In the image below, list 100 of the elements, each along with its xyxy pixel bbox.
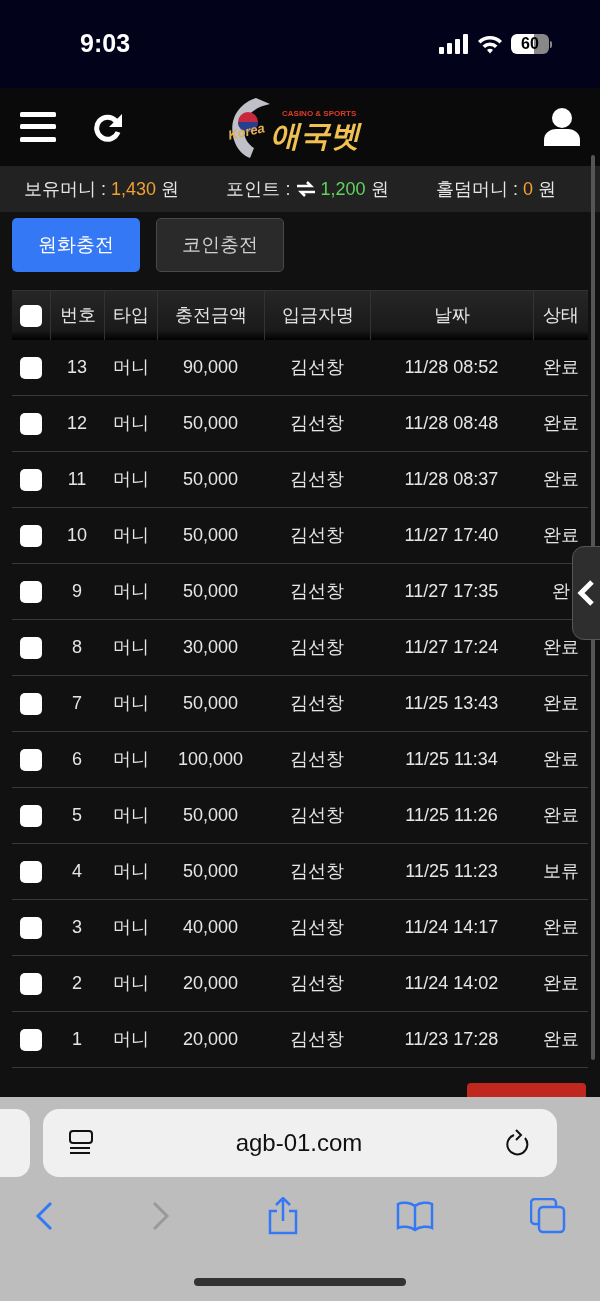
table-cell-text: 머니 <box>112 692 149 715</box>
refresh-icon[interactable] <box>92 112 124 142</box>
battery-icon: 60 <box>511 34 552 54</box>
table-cell-text: 6 <box>72 748 82 771</box>
table-cell-text: 김선창 <box>290 916 344 939</box>
table-cell-text: 50,000 <box>182 468 239 491</box>
column-header[interactable]: 충전금액 <box>175 302 247 329</box>
table-cell-text: 완료 <box>542 916 579 939</box>
table-cell-text: 11/25 13:43 <box>404 692 499 715</box>
table-cell-text: 완료 <box>542 468 579 491</box>
table-cell-text: 50,000 <box>182 412 239 435</box>
column-header[interactable]: 날짜 <box>434 302 470 329</box>
table-cell-text: 머니 <box>112 804 149 827</box>
checkbox[interactable] <box>20 356 42 379</box>
table-cell-text: 9 <box>72 580 82 603</box>
table-cell-text: 7 <box>72 692 82 715</box>
table-cell-text: 김선창 <box>290 1028 344 1051</box>
table-cell-text: 13 <box>67 356 87 379</box>
table-cell-text: 5 <box>72 804 82 827</box>
table-cell-text: 50,000 <box>182 860 239 883</box>
side-panel-toggle[interactable] <box>572 546 600 640</box>
reader-icon[interactable] <box>69 1129 93 1157</box>
column-header[interactable]: 상태 <box>543 302 579 329</box>
table-cell-text: 완료 <box>542 748 579 771</box>
tab[interactable]: 코인충전 <box>156 218 284 272</box>
table-cell-text: 김선창 <box>290 468 344 491</box>
table-cell-text: 30,000 <box>182 636 239 659</box>
table-cell-text: 머니 <box>112 860 149 883</box>
checkbox[interactable] <box>20 524 42 547</box>
table-cell-text: 50,000 <box>182 804 239 827</box>
table-cell-text: 김선창 <box>290 804 344 827</box>
table-cell-text: 김선창 <box>290 356 344 379</box>
checkbox[interactable] <box>20 916 42 939</box>
table-cell-text: 완료 <box>542 1028 579 1051</box>
reload-icon[interactable] <box>505 1129 531 1157</box>
column-header[interactable]: 타입 <box>113 302 149 329</box>
currency-unit: 원 <box>538 177 556 201</box>
table-cell-text: 김선창 <box>290 636 344 659</box>
table-cell-text: 김선창 <box>290 412 344 435</box>
table-cell-text: 완 <box>551 580 570 603</box>
table-cell-text: 완료 <box>542 412 579 435</box>
table-cell-text: 2 <box>72 972 82 995</box>
table-cell-text: 완료 <box>542 524 579 547</box>
table-cell-text: 11/27 17:35 <box>404 580 499 603</box>
signal-icon <box>439 34 469 54</box>
table-cell-text: 머니 <box>112 636 149 659</box>
wifi-icon <box>477 34 503 54</box>
table-cell-text: 11/28 08:52 <box>404 356 499 379</box>
checkbox[interactable] <box>20 304 42 327</box>
table-cell-text: 11/25 11:26 <box>405 804 498 827</box>
chevron-left-icon <box>577 579 595 607</box>
currency-unit: 원 <box>161 177 180 201</box>
checkbox[interactable] <box>20 972 42 995</box>
table-cell-text: 완료 <box>542 356 579 379</box>
table-cell-text: 10 <box>67 524 87 547</box>
table-cell-text: 머니 <box>112 972 149 995</box>
table-cell-text: 김선창 <box>290 748 344 771</box>
checkbox[interactable] <box>20 580 42 603</box>
menu-icon[interactable] <box>20 111 56 143</box>
balance-label: 보유머니 : <box>24 177 106 201</box>
table-cell-text: 3 <box>72 916 82 939</box>
table-cell-text: 머니 <box>112 356 149 379</box>
table-cell-text: 완료 <box>542 636 579 659</box>
checkbox[interactable] <box>20 636 42 659</box>
table-cell-text: 11/23 17:28 <box>404 1028 499 1051</box>
balance-value: 0 <box>523 177 533 201</box>
table-cell-text: 11/24 14:02 <box>404 972 499 995</box>
balance-label: 포인트 : <box>226 177 291 201</box>
balance-value: 1,200 <box>320 177 366 201</box>
url-text: agb-01.com <box>235 1128 363 1158</box>
clock: 9:03 <box>80 28 131 60</box>
table-cell-text: 11/28 08:37 <box>404 468 499 491</box>
tab[interactable]: 원화충전 <box>12 218 140 272</box>
table-cell-text: 40,000 <box>182 916 239 939</box>
address-bar[interactable]: agb-01.com <box>43 1109 557 1177</box>
table-cell-text: 머니 <box>112 580 149 603</box>
checkbox[interactable] <box>20 468 42 491</box>
table-cell-text: 50,000 <box>182 692 239 715</box>
checkbox[interactable] <box>20 692 42 715</box>
checkbox[interactable] <box>20 748 42 771</box>
balance-value: 1,430 <box>111 177 157 201</box>
table-cell-text: 11/27 17:24 <box>404 636 499 659</box>
column-header[interactable]: 번호 <box>59 302 96 329</box>
user-icon[interactable] <box>544 108 580 146</box>
table-cell-text: 김선창 <box>290 524 344 547</box>
table-cell-text: 머니 <box>112 412 149 435</box>
table-cell-text: 머니 <box>112 468 149 491</box>
checkbox[interactable] <box>20 1028 42 1051</box>
table-cell-text: 12 <box>67 412 87 435</box>
table-cell-text: 1 <box>72 1028 82 1051</box>
column-header[interactable]: 입금자명 <box>281 302 354 329</box>
table-cell-text: 8 <box>72 636 82 659</box>
table-cell-text: 11/25 11:23 <box>405 860 498 883</box>
table-cell-text: 100,000 <box>177 748 244 771</box>
checkbox[interactable] <box>20 412 42 435</box>
table-cell-text: 11/25 11:34 <box>405 748 498 771</box>
table-cell-text: 50,000 <box>182 524 239 547</box>
table-cell-text: 11/28 08:48 <box>404 412 499 435</box>
checkbox[interactable] <box>20 804 42 827</box>
checkbox[interactable] <box>20 860 42 883</box>
